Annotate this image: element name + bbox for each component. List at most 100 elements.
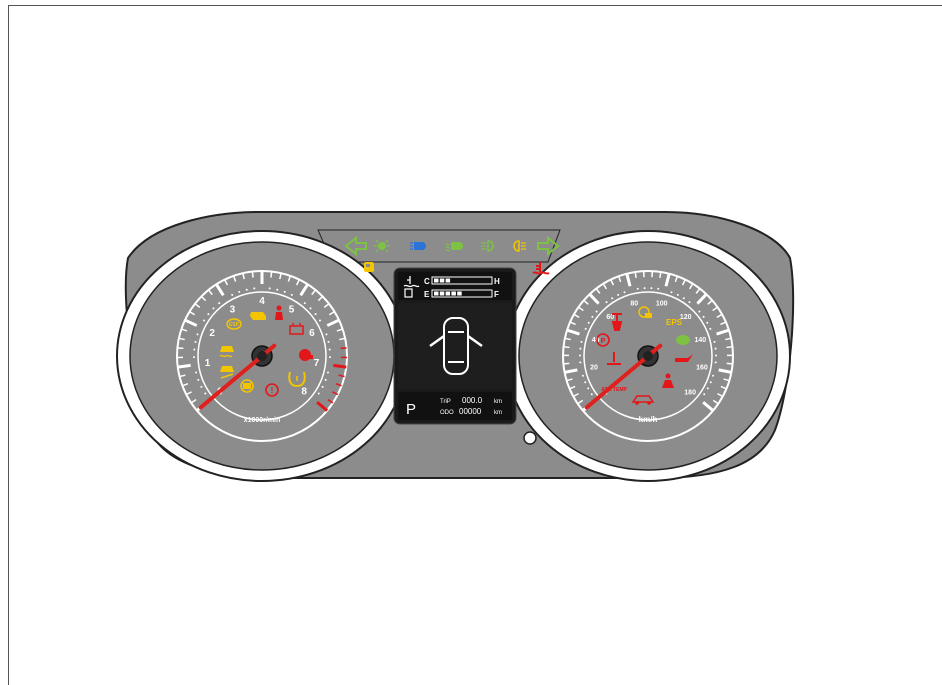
speedo-dot (644, 287, 646, 289)
speedo-dot (709, 328, 711, 330)
fuel-segment (446, 292, 451, 296)
tach-number: 7 (314, 358, 320, 369)
speedo-dot (683, 297, 685, 299)
speedo-minor-tick (564, 347, 570, 348)
glow-plug-icon (676, 335, 690, 345)
speedo-dot (677, 294, 679, 296)
speedo-dot (596, 310, 598, 312)
speedo-dot (688, 301, 690, 303)
speedo-number: 180 (684, 389, 696, 396)
speedo-dot (579, 348, 581, 350)
trip-value: 000.0 (462, 396, 483, 405)
trip-reset-button[interactable] (524, 432, 536, 444)
tachometer-unit: x1000r/min (244, 417, 281, 424)
speedo-needle-cap (643, 351, 653, 361)
tach-dot (197, 333, 199, 335)
trip-label: TriP (440, 399, 451, 405)
odo-value: 00000 (459, 407, 482, 416)
speedo-dot (714, 341, 716, 343)
speedo-dot (580, 341, 582, 343)
fuel-low-label: E (424, 290, 430, 299)
speedo-dot (585, 328, 587, 330)
tach-minor-tick (252, 272, 253, 278)
speedo-dot (579, 354, 581, 356)
tach-dot (204, 393, 206, 395)
tach-dot (276, 289, 278, 291)
speedo-dot (715, 354, 717, 356)
svg-text:P: P (601, 338, 606, 345)
speedo-dot (706, 322, 708, 324)
odo-label: ODO (440, 410, 454, 416)
tach-minor-tick (271, 272, 272, 278)
svg-text:!: ! (271, 386, 274, 395)
speedo-dot (698, 310, 700, 312)
tach-minor-tick (177, 348, 183, 349)
speedo-dot (591, 393, 593, 395)
fuel-segment (451, 292, 456, 296)
speedo-dot (611, 297, 613, 299)
tach-dot (319, 319, 321, 321)
speedo-dot (617, 294, 619, 296)
tach-dot (322, 386, 324, 388)
fuel-segment (440, 292, 445, 296)
tach-dot (207, 313, 209, 315)
high-beam-icon (410, 242, 426, 250)
tach-dot (329, 348, 331, 350)
tach-dot (246, 289, 248, 291)
gear-indicator: P (406, 401, 416, 418)
tach-dot (325, 379, 327, 381)
tach-dot (269, 287, 271, 289)
speedo-dot (715, 361, 717, 363)
tach-number: 4 (259, 296, 265, 307)
fuel-segment (434, 292, 439, 296)
speedo-dot (712, 375, 714, 377)
speedo-dot (579, 361, 581, 363)
tach-needle-cap (257, 351, 267, 361)
tach-number: 5 (289, 305, 295, 316)
engine-check-icon (250, 312, 266, 320)
tach-dot (284, 291, 286, 293)
temp-high-label: H (494, 277, 500, 286)
tach-major-tick (178, 365, 191, 367)
tach-dot (291, 294, 293, 296)
tach-number: 6 (309, 328, 315, 339)
tach-number: 1 (205, 358, 211, 369)
speedo-dot (715, 348, 717, 350)
speedo-minor-tick (727, 363, 733, 364)
temp-segment (446, 279, 451, 283)
speedo-number: 160 (696, 365, 708, 372)
speedo-dot (710, 381, 712, 383)
speedo-dot (703, 316, 705, 318)
tach-number: 3 (230, 305, 236, 316)
speedo-minor-tick (727, 347, 733, 348)
tach-dot (231, 294, 233, 296)
speedo-dot (582, 375, 584, 377)
speedo-minor-tick (660, 272, 661, 278)
trip-unit: km (494, 399, 502, 405)
odo-unit: km (494, 410, 502, 416)
eps-icon: EPS (666, 318, 683, 327)
tach-dot (193, 348, 195, 350)
tach-dot (238, 291, 240, 293)
tach-dot (200, 386, 202, 388)
tach-number: 2 (209, 328, 215, 339)
tach-number: 8 (301, 386, 307, 397)
tach-dot (304, 302, 306, 304)
tach-minor-tick (341, 348, 347, 349)
speedo-dot (606, 301, 608, 303)
speedo-dot (671, 291, 673, 293)
tach-dot (327, 371, 329, 373)
speedometer-unit: km/h (639, 415, 658, 424)
tach-dot (197, 379, 199, 381)
speedo-dot (587, 387, 589, 389)
tach-dot (193, 356, 195, 358)
tach-dot (328, 341, 330, 343)
speedo-number: 60 (606, 314, 614, 321)
tach-dot (194, 341, 196, 343)
temp-segment (440, 279, 445, 283)
temp-segment (434, 279, 439, 283)
tach-dot (329, 356, 331, 358)
tach-dot (325, 333, 327, 335)
tach-dot (203, 319, 205, 321)
speedo-number: 100 (656, 301, 668, 308)
